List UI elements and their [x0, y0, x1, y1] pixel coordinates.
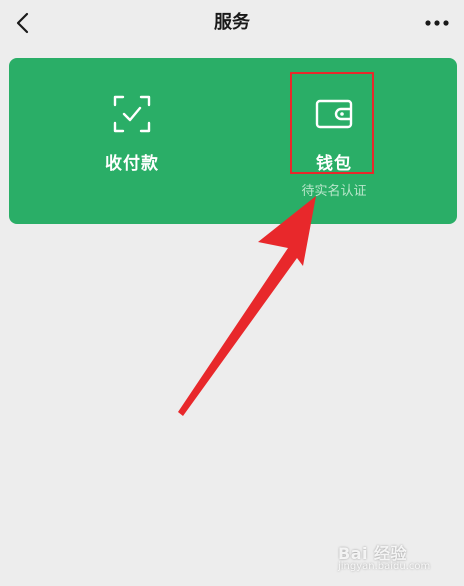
- wallet-status-text: 待实名认证: [301, 184, 367, 199]
- baidu-jingyan-watermark: Bai 经验 jingyan.baidu.com: [338, 532, 454, 572]
- service-card: 收付款 钱包 待实名认证: [9, 58, 457, 224]
- back-button[interactable]: [6, 6, 40, 40]
- chevron-left-icon: [16, 12, 29, 34]
- more-options-button[interactable]: [420, 6, 454, 40]
- more-horizontal-icon: [425, 20, 449, 26]
- top-nav-bar: 服务: [0, 0, 464, 46]
- wallet-icon: [315, 99, 353, 129]
- page-title: 服务: [214, 12, 250, 33]
- pay-receive-label: 收付款: [105, 154, 159, 174]
- scan-check-icon: [113, 95, 151, 133]
- wallet-label: 钱包: [316, 154, 352, 174]
- watermark-text: Bai 经验: [338, 544, 408, 563]
- watermark-sub: jingyan.baidu.com: [338, 561, 431, 572]
- wallet-service[interactable]: 钱包 待实名认证: [259, 58, 409, 224]
- pay-receive-service[interactable]: 收付款: [57, 58, 207, 224]
